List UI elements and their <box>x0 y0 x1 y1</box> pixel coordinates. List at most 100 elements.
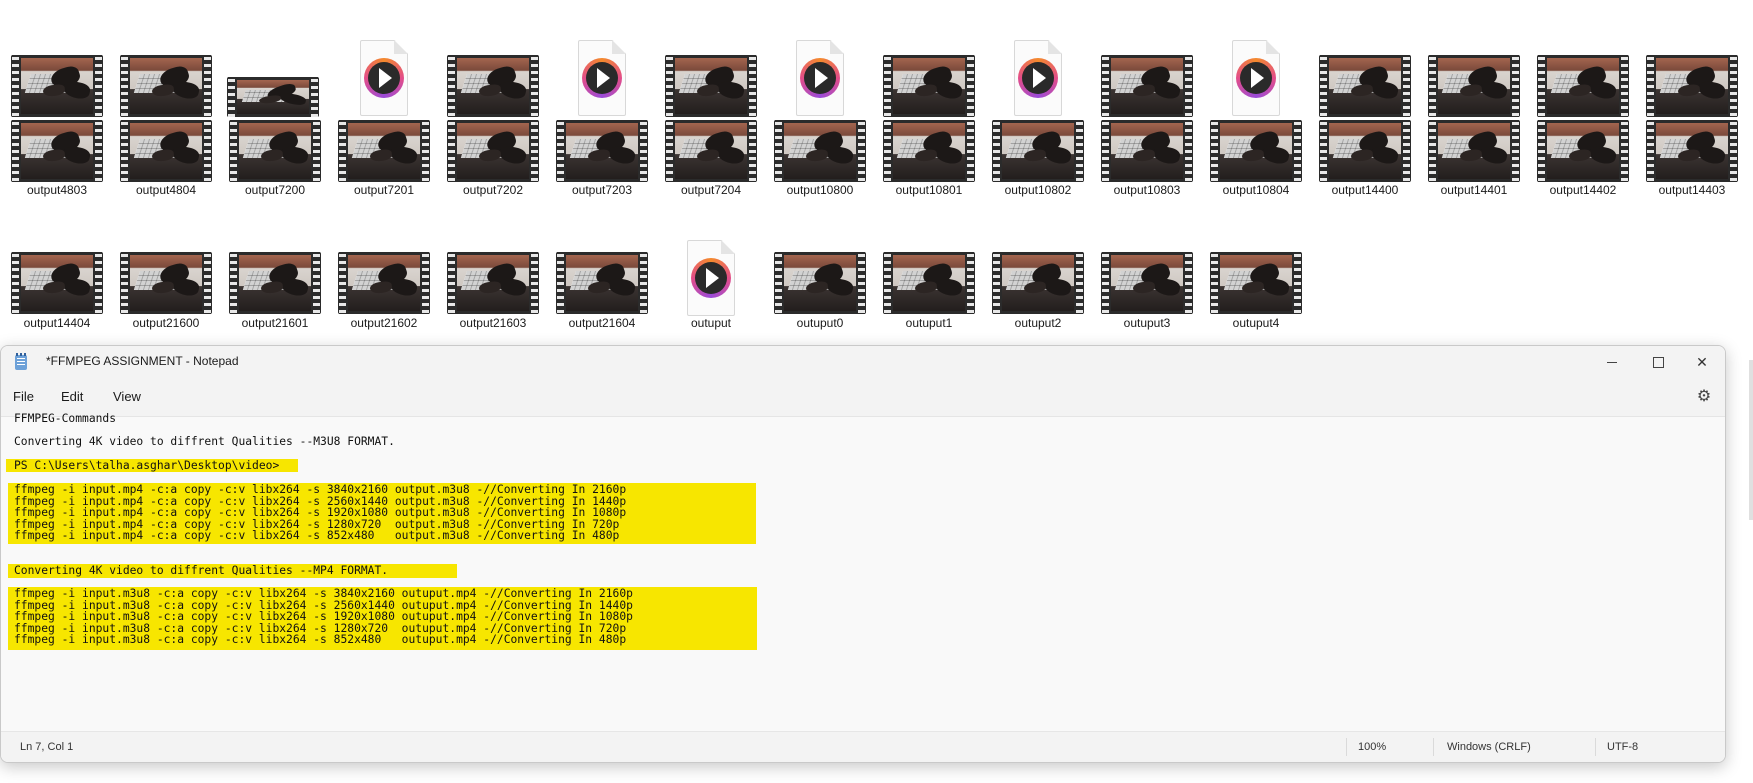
file-item[interactable]: outuput1 <box>875 220 983 342</box>
file-name: output14401 <box>1440 183 1508 197</box>
file-name: outuput2 <box>1014 316 1062 330</box>
gear-icon[interactable]: ⚙ <box>1695 388 1713 406</box>
file-item[interactable]: output21602 <box>330 220 438 342</box>
encoding: UTF-8 <box>1607 741 1639 753</box>
video-thumbnail-icon <box>548 220 656 314</box>
command-line: ffmpeg -i input.mp4 -c:a copy -c:v libx2… <box>14 529 620 543</box>
line-prompt: PS C:\Users\talha.asghar\Desktop\video> <box>14 459 280 472</box>
video-thumbnail-icon <box>657 103 765 182</box>
text-editor[interactable]: FFMPEG-Commands Converting 4K video to di… <box>1 413 1725 732</box>
menu-view[interactable]: View <box>113 389 141 404</box>
file-item[interactable]: output7200 <box>221 103 329 225</box>
line-mp4-title: Converting 4K video to diffrent Qualitie… <box>14 564 389 577</box>
close-button[interactable]: ✕ <box>1679 346 1725 378</box>
file-item[interactable]: outuput3 <box>1093 220 1201 342</box>
file-name: output7200 <box>244 183 306 197</box>
video-thumbnail-icon <box>3 103 111 182</box>
video-thumbnail-icon <box>439 220 547 314</box>
file-name: outuput <box>690 316 732 330</box>
scrollbar[interactable] <box>1749 360 1753 520</box>
file-item[interactable]: output10802 <box>984 103 1092 225</box>
video-thumbnail-icon <box>439 103 547 182</box>
video-thumbnail-icon <box>766 220 874 314</box>
file-item[interactable]: output7203 <box>548 103 656 225</box>
file-item[interactable]: output21600 <box>112 220 220 342</box>
file-item[interactable]: outuput0 <box>766 220 874 342</box>
file-item[interactable]: output14400 <box>1311 103 1419 225</box>
file-name: outuput4 <box>1232 316 1280 330</box>
file-item[interactable]: output7201 <box>330 103 438 225</box>
video-thumbnail-icon <box>330 220 438 314</box>
video-thumbnail-icon <box>766 103 874 182</box>
file-name: output21601 <box>241 316 309 330</box>
file-name: output21604 <box>568 316 636 330</box>
command-line: ffmpeg -i input.m3u8 -c:a copy -c:v libx… <box>14 633 627 647</box>
file-item[interactable]: output4803 <box>3 103 111 225</box>
file-name: output10804 <box>1222 183 1290 197</box>
file-item[interactable]: outuput <box>657 220 765 342</box>
video-thumbnail-icon <box>984 103 1092 182</box>
file-item[interactable]: output21603 <box>439 220 547 342</box>
video-thumbnail-icon <box>1638 103 1746 182</box>
minimize-button[interactable] <box>1589 346 1635 378</box>
line-heading: FFMPEG-Commands <box>14 412 117 425</box>
file-item[interactable]: output10803 <box>1093 103 1201 225</box>
video-thumbnail-icon <box>112 103 220 182</box>
video-thumbnail-icon <box>1093 103 1201 182</box>
file-name: output10801 <box>895 183 963 197</box>
file-item[interactable]: output14403 <box>1638 103 1746 225</box>
file-item[interactable]: outuput2 <box>984 220 1092 342</box>
video-thumbnail-icon <box>3 220 111 314</box>
video-thumbnail-icon <box>1420 103 1528 182</box>
file-name: output4804 <box>135 183 197 197</box>
video-thumbnail-icon <box>548 103 656 182</box>
file-name: output14404 <box>23 316 91 330</box>
file-name: output7201 <box>353 183 415 197</box>
file-item[interactable]: outuput4 <box>1202 220 1310 342</box>
file-explorer-grid: input.mp4oufdkgfdkjhgoutput144output480o… <box>0 0 1753 345</box>
file-name: output21602 <box>350 316 418 330</box>
divider <box>1433 738 1434 756</box>
file-item[interactable]: output10804 <box>1202 103 1310 225</box>
menu-edit[interactable]: Edit <box>61 389 83 404</box>
file-name: output10800 <box>786 183 854 197</box>
file-item[interactable]: output10800 <box>766 103 874 225</box>
maximize-button[interactable] <box>1635 346 1681 378</box>
file-name: output14402 <box>1549 183 1617 197</box>
video-thumbnail-icon <box>112 220 220 314</box>
file-item[interactable]: output14402 <box>1529 103 1637 225</box>
media-file-icon <box>657 220 765 316</box>
divider <box>1346 738 1347 756</box>
file-name: output7203 <box>571 183 633 197</box>
video-thumbnail-icon <box>984 220 1092 314</box>
menu-file[interactable]: File <box>13 389 34 404</box>
video-thumbnail-icon <box>1093 220 1201 314</box>
file-item[interactable]: output14401 <box>1420 103 1528 225</box>
video-thumbnail-icon <box>1529 103 1637 182</box>
video-thumbnail-icon <box>875 103 983 182</box>
file-item[interactable]: output10801 <box>875 103 983 225</box>
window-title: *FFMPEG ASSIGNMENT - Notepad <box>46 354 239 368</box>
file-item[interactable]: output14404 <box>3 220 111 342</box>
file-name: output21600 <box>132 316 200 330</box>
file-name: outuput0 <box>796 316 844 330</box>
file-item[interactable]: output21604 <box>548 220 656 342</box>
zoom-level: 100% <box>1358 741 1387 753</box>
video-thumbnail-icon <box>1202 220 1310 314</box>
file-name: output21603 <box>459 316 527 330</box>
status-bar: Ln 7, Col 1 100% Windows (CRLF) UTF-8 <box>1 731 1725 762</box>
notepad-icon <box>15 353 27 370</box>
title-bar[interactable]: *FFMPEG ASSIGNMENT - Notepad ✕ <box>1 346 1725 378</box>
file-name: outuput1 <box>905 316 953 330</box>
file-item[interactable]: output7204 <box>657 103 765 225</box>
line-ending: Windows (CRLF) <box>1447 741 1531 753</box>
notepad-window: *FFMPEG ASSIGNMENT - Notepad ✕ File Edit… <box>0 345 1726 763</box>
file-item[interactable]: output21601 <box>221 220 329 342</box>
minimize-icon <box>1607 361 1617 363</box>
file-name: output10803 <box>1113 183 1181 197</box>
file-item[interactable]: output4804 <box>112 103 220 225</box>
file-name: output7202 <box>462 183 524 197</box>
file-item[interactable]: output7202 <box>439 103 547 225</box>
file-name: output7204 <box>680 183 742 197</box>
close-icon: ✕ <box>1696 353 1708 370</box>
